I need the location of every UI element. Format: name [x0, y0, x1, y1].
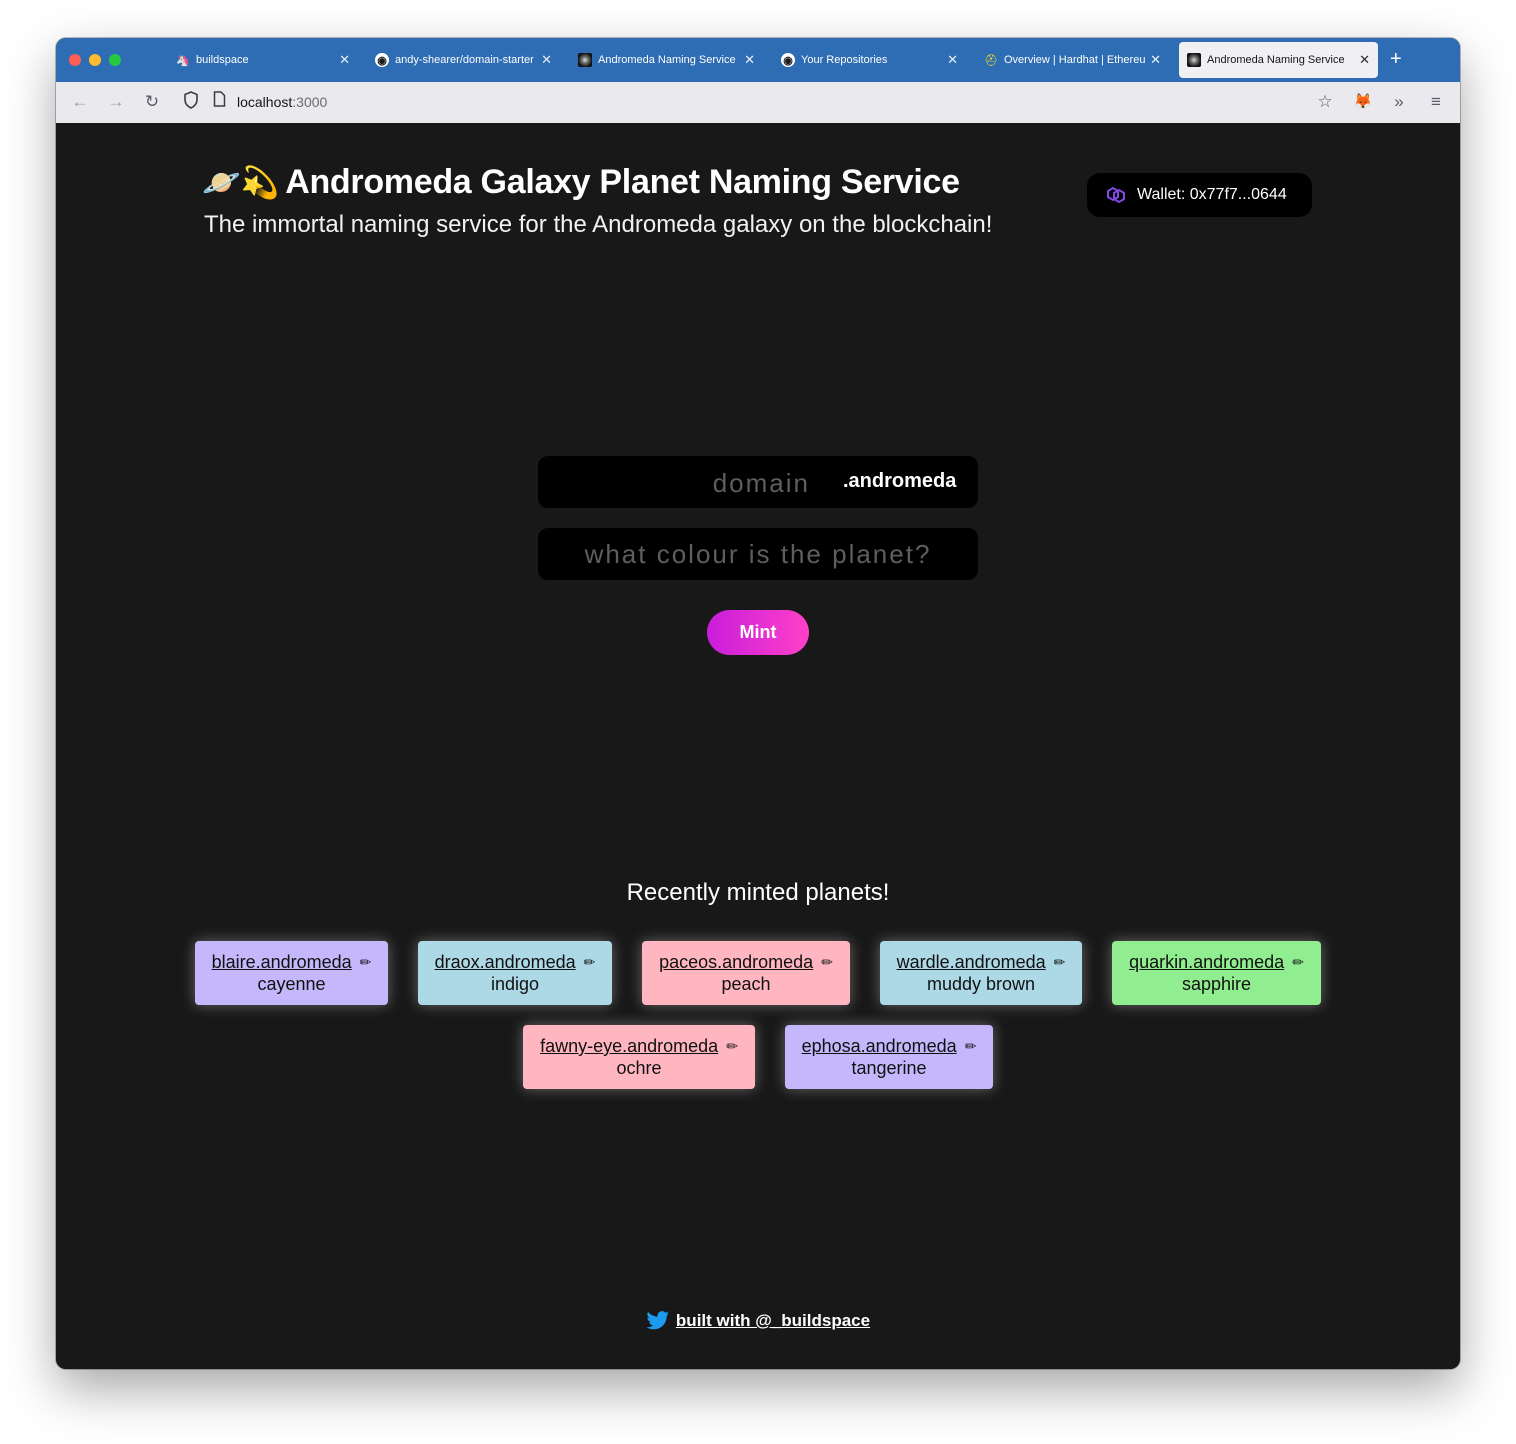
hamburger-menu-icon[interactable]: ≡ [1425, 91, 1447, 113]
close-icon[interactable]: ✕ [947, 52, 958, 68]
wallet-address: Wallet: 0x77f7...0644 [1137, 186, 1287, 203]
edit-pencil-icon[interactable]: ✏ [1292, 951, 1304, 973]
edit-pencil-icon[interactable]: ✏ [726, 1035, 738, 1057]
tab-title: buildspace [196, 54, 249, 66]
tab-title: Andromeda Naming Service [598, 54, 736, 66]
edit-pencil-icon[interactable]: ✏ [584, 951, 596, 973]
planet-colour: cayenne [257, 974, 326, 994]
metamask-fox-icon[interactable]: 🦊 [1352, 91, 1374, 113]
tab-github-domain-starter[interactable]: ◉ andy-shearer/domain-starter ✕ [367, 42, 560, 78]
galaxy-icon [1187, 53, 1201, 67]
page-icon [208, 91, 230, 113]
colour-field [538, 528, 978, 580]
recent-section-title: Recently minted planets! [626, 879, 890, 906]
tab-hardhat-overview[interactable]: ⛑ Overview | Hardhat | Ethereum ✕ [976, 42, 1169, 78]
planet-colour: peach [721, 974, 771, 994]
mint-button[interactable]: Mint [707, 610, 809, 655]
planet-name-link[interactable]: blaire.andromeda [212, 951, 352, 973]
wallet-badge[interactable]: Wallet: 0x77f7...0644 [1087, 173, 1312, 217]
planet-colour: indigo [490, 974, 540, 994]
twitter-icon [646, 1311, 669, 1330]
tab-buildspace[interactable]: 🦄 buildspace ✕ [168, 42, 358, 78]
window-maximize-button[interactable] [109, 54, 121, 66]
tab-andromeda-active[interactable]: Andromeda Naming Service ✕ [1179, 42, 1378, 78]
window-close-button[interactable] [69, 54, 81, 66]
planet-name-link[interactable]: ephosa.andromeda [802, 1035, 957, 1057]
close-icon[interactable]: ✕ [1150, 52, 1161, 68]
edit-pencil-icon[interactable]: ✏ [965, 1035, 977, 1057]
new-tab-button[interactable]: + [1390, 48, 1402, 70]
planet-card: paceos.andromeda ✏ peach [642, 941, 850, 1005]
planet-card: fawny-eye.andromeda ✏ ochre [523, 1025, 755, 1089]
domain-input[interactable] [538, 456, 812, 510]
tab-your-repositories[interactable]: ◉ Your Repositories ✕ [773, 42, 966, 78]
page-subtitle: The immortal naming service for the Andr… [204, 211, 993, 238]
hardhat-icon: ⛑ [984, 54, 998, 67]
github-icon: ◉ [375, 53, 389, 67]
domain-field: .andromeda [538, 456, 978, 510]
overflow-chevrons-icon[interactable]: » [1388, 91, 1410, 113]
browser-window: 🦄 buildspace ✕ ◉ andy-shearer/domain-sta… [56, 38, 1460, 1369]
tab-title: andy-shearer/domain-starter [395, 54, 534, 66]
page-title: Andromeda Galaxy Planet Naming Service [285, 163, 960, 201]
github-icon: ◉ [781, 53, 795, 67]
planet-card: draox.andromeda ✏ indigo [418, 941, 612, 1005]
url-bar[interactable]: localhost:3000 [237, 94, 327, 110]
url-host: localhost [237, 94, 293, 110]
header: 🪐💫 Andromeda Galaxy Planet Naming Servic… [202, 163, 960, 202]
forward-arrow-icon[interactable]: → [105, 91, 127, 113]
planet-colour: ochre [616, 1058, 662, 1078]
planet-name-link[interactable]: fawny-eye.andromeda [540, 1035, 718, 1057]
edit-pencil-icon[interactable]: ✏ [821, 951, 833, 973]
colour-input[interactable] [538, 528, 978, 580]
close-icon[interactable]: ✕ [541, 52, 552, 68]
unicorn-icon: 🦄 [176, 54, 190, 67]
planet-colour: muddy brown [926, 974, 1036, 994]
tab-title: Andromeda Naming Service [1207, 54, 1345, 66]
planet-colour: tangerine [851, 1058, 927, 1078]
close-icon[interactable]: ✕ [1359, 52, 1370, 68]
bookmark-star-icon[interactable]: ☆ [1314, 91, 1336, 113]
tld-suffix: .andromeda [843, 470, 957, 492]
edit-pencil-icon[interactable]: ✏ [1054, 951, 1066, 973]
navigation-bar: ← → ↻ localhost:3000 ☆ 🦊 » ≡ [56, 82, 1460, 124]
buildspace-twitter-link[interactable]: built with @_buildspace [676, 1311, 870, 1331]
planet-name-link[interactable]: quarkin.andromeda [1129, 951, 1284, 973]
close-icon[interactable]: ✕ [339, 52, 350, 68]
back-arrow-icon[interactable]: ← [69, 91, 91, 113]
galaxy-icon [578, 53, 592, 67]
planet-card: blaire.andromeda ✏ cayenne [195, 941, 388, 1005]
planet-card: wardle.andromeda ✏ muddy brown [880, 941, 1082, 1005]
planet-emoji-icon: 🪐💫 [202, 165, 280, 200]
planet-card: quarkin.andromeda ✏ sapphire [1112, 941, 1321, 1005]
window-minimize-button[interactable] [89, 54, 101, 66]
page-content: 🪐💫 Andromeda Galaxy Planet Naming Servic… [56, 123, 1460, 1369]
reload-icon[interactable]: ↻ [141, 91, 163, 113]
shield-icon[interactable] [180, 91, 202, 113]
planet-name-link[interactable]: paceos.andromeda [659, 951, 813, 973]
polygon-icon [1107, 186, 1125, 204]
footer: built with @_buildspace [56, 1311, 1460, 1331]
tab-strip: 🦄 buildspace ✕ ◉ andy-shearer/domain-sta… [56, 38, 1460, 82]
tab-title: Your Repositories [801, 54, 888, 66]
planet-name-link[interactable]: wardle.andromeda [897, 951, 1046, 973]
url-port: :3000 [292, 94, 328, 110]
close-icon[interactable]: ✕ [744, 52, 755, 68]
edit-pencil-icon[interactable]: ✏ [360, 951, 372, 973]
planet-name-link[interactable]: draox.andromeda [435, 951, 576, 973]
planet-card: ephosa.andromeda ✏ tangerine [785, 1025, 993, 1089]
tab-andromeda-1[interactable]: Andromeda Naming Service ✕ [570, 42, 763, 78]
planet-colour: sapphire [1181, 974, 1252, 994]
tab-title: Overview | Hardhat | Ethereum [1004, 54, 1147, 66]
